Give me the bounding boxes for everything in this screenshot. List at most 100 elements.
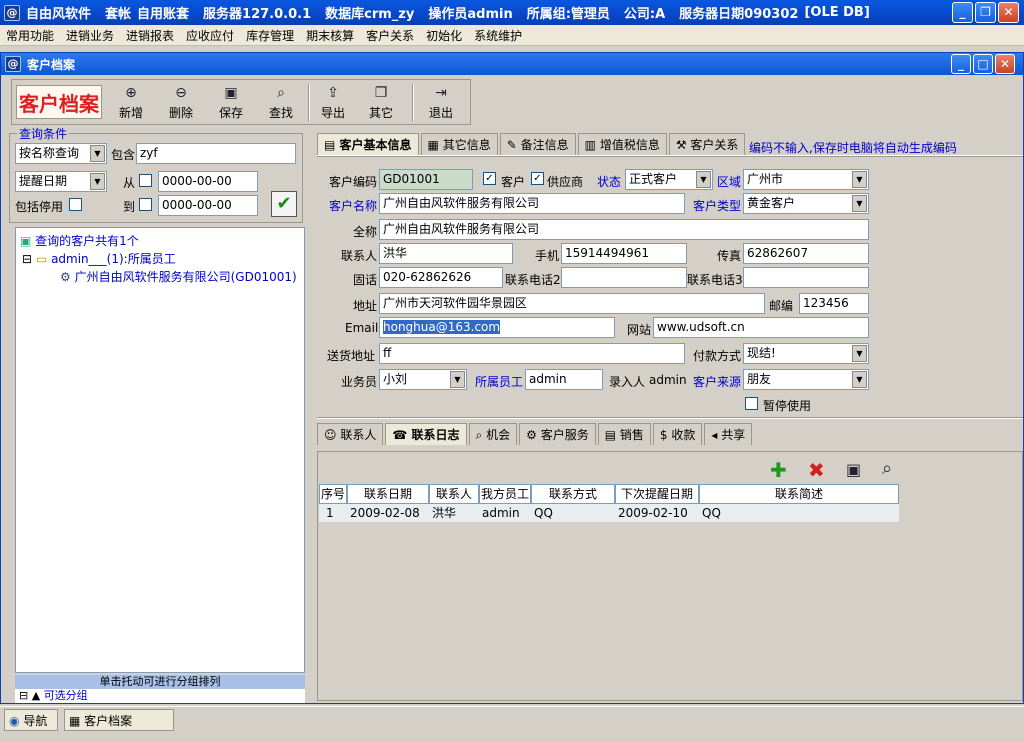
tab-receipts[interactable]: $ 收款 <box>652 423 703 445</box>
pay-select[interactable]: 现结! ▼ <box>743 343 869 364</box>
col-header-contact[interactable]: 联系人 <box>429 484 479 504</box>
fullname-input[interactable]: 广州自由风软件服务有限公司 <box>379 219 869 240</box>
code-input[interactable]: GD01001 <box>379 169 473 190</box>
tab-other-info[interactable]: ▦ 其它信息 <box>420 133 498 155</box>
name-input[interactable]: 广州自由风软件服务有限公司 <box>379 193 685 214</box>
query-confirm-button[interactable]: ✔ <box>271 191 297 217</box>
minimize-button[interactable]: _ <box>952 2 973 23</box>
address-input[interactable]: 广州市天河软件园华景园区 <box>379 293 765 314</box>
menu-init[interactable]: 初始化 <box>420 27 468 44</box>
group-options[interactable]: ⊟ ▲ 可选分组 <box>15 689 305 703</box>
staff-label[interactable]: 所属员工 <box>475 373 523 390</box>
tab-relations[interactable]: ⚒ 客户关系 <box>668 133 746 155</box>
col-header-date[interactable]: 联系日期 <box>347 484 429 504</box>
col-header-summary[interactable]: 联系简述 <box>699 484 899 504</box>
menu-system[interactable]: 系统维护 <box>468 27 528 44</box>
customer-checkbox[interactable]: ✓ <box>483 172 496 185</box>
phone-input[interactable]: 020-62862626 <box>379 267 503 288</box>
tab-share[interactable]: ◂ 共享 <box>704 423 753 445</box>
menu-purchase-sales[interactable]: 进销业务 <box>60 27 120 44</box>
email-input[interactable]: honghua@163.com <box>379 317 615 338</box>
tree-root[interactable]: ▣ 查询的客户共有1个 <box>20 232 139 249</box>
col-header-no[interactable]: 序号 <box>319 484 347 504</box>
zip-input[interactable]: 123456 <box>799 293 869 314</box>
speaker-icon: ◂ <box>711 428 718 442</box>
window-titlebar: @ 客户档案 _ □ ✕ <box>1 53 1023 75</box>
find-label: 查找 <box>268 106 293 120</box>
fax-input[interactable]: 62862607 <box>743 243 869 264</box>
export-button[interactable]: ⇪ 导出 <box>308 82 358 124</box>
save-button[interactable]: ▣ 保存 <box>206 82 256 124</box>
phone2-input[interactable] <box>561 267 687 288</box>
menu-period-end[interactable]: 期末核算 <box>300 27 360 44</box>
close-button[interactable]: ✕ <box>998 2 1019 23</box>
database-info: 数据库crm_zy <box>325 7 415 22</box>
col-header-method[interactable]: 联系方式 <box>531 484 615 504</box>
col-header-staff[interactable]: 我方员工 <box>479 484 531 504</box>
tab-notes[interactable]: ✎ 备注信息 <box>499 133 576 155</box>
menu-reports[interactable]: 进销报表 <box>120 27 180 44</box>
doc-tab-button[interactable]: ▦ 客户档案 <box>64 709 174 731</box>
query-type-select[interactable]: 按名称查询 ▼ <box>15 143 107 164</box>
delete-icon[interactable]: ✖ <box>808 458 825 482</box>
from-date-input[interactable]: 0000-00-00 <box>158 171 258 192</box>
date-type-select[interactable]: 提醒日期 ▼ <box>15 171 107 192</box>
tab-service[interactable]: ⚙ 客户服务 <box>519 423 596 445</box>
suspend-checkbox[interactable] <box>745 397 758 410</box>
type-label[interactable]: 客户类型 <box>693 197 741 214</box>
exit-button[interactable]: ⇥ 退出 <box>416 82 466 124</box>
mobile-input[interactable]: 15914494961 <box>561 243 687 264</box>
save-icon[interactable]: ▣ <box>846 460 861 479</box>
contact-input[interactable]: 洪华 <box>379 243 513 264</box>
tab-contacts[interactable]: ☺ 联系人 <box>317 423 384 445</box>
window-maximize-button[interactable]: □ <box>973 54 993 74</box>
other-button[interactable]: ❐ 其它 <box>356 82 406 124</box>
menu-common[interactable]: 常用功能 <box>0 27 60 44</box>
region-select[interactable]: 广州市 ▼ <box>743 169 869 190</box>
staff-input[interactable]: admin <box>525 369 603 390</box>
web-input[interactable]: www.udsoft.cn <box>653 317 869 338</box>
ship-input[interactable]: ff <box>379 343 685 364</box>
supplier-checkbox[interactable]: ✓ <box>531 172 544 185</box>
status-label[interactable]: 状态 <box>597 173 621 190</box>
group-hint-bar[interactable]: 单击托动可进行分组排列 <box>15 675 305 689</box>
from-checkbox[interactable] <box>139 174 152 187</box>
find-button[interactable]: ⌕ 查找 <box>256 82 306 124</box>
source-label[interactable]: 客户来源 <box>693 373 741 390</box>
to-checkbox[interactable] <box>139 198 152 211</box>
col-header-next-date[interactable]: 下次提醒日期 <box>615 484 699 504</box>
phone3-input[interactable] <box>743 267 869 288</box>
contains-input[interactable]: zyf <box>136 143 296 164</box>
tab-sales[interactable]: ▤ 销售 <box>597 423 651 445</box>
menu-inventory[interactable]: 库存管理 <box>240 27 300 44</box>
tab-label: 共享 <box>721 428 746 442</box>
region-label[interactable]: 区域 <box>717 173 741 190</box>
tree-group[interactable]: ⊟ ▭ admin___(1):所属员工 <box>22 250 176 267</box>
add-icon[interactable]: ✚ <box>770 458 787 482</box>
delete-button[interactable]: ⊖ 删除 <box>156 82 206 124</box>
source-select[interactable]: 朋友 ▼ <box>743 369 869 390</box>
menu-crm[interactable]: 客户关系 <box>360 27 420 44</box>
new-button[interactable]: ⊕ 新增 <box>106 82 156 124</box>
status-select[interactable]: 正式客户 ▼ <box>625 169 713 190</box>
window-minimize-button[interactable]: _ <box>951 54 971 74</box>
nav-button[interactable]: ◉ 导航 <box>4 709 58 731</box>
tab-vat[interactable]: ▥ 增值税信息 <box>577 133 667 155</box>
sales-select[interactable]: 小刘 ▼ <box>379 369 467 390</box>
table-row[interactable]: 1 2009-02-08 洪华 admin QQ 2009-02-10 QQ <box>319 504 899 522</box>
type-select[interactable]: 黄金客户 ▼ <box>743 193 869 214</box>
tab-basic-info[interactable]: ▤ 客户基本信息 <box>317 133 419 155</box>
group-options-label: 可选分组 <box>43 689 88 702</box>
search-icon[interactable]: ⌕ <box>882 458 892 479</box>
menu-receivables[interactable]: 应收应付 <box>180 27 240 44</box>
window-close-button[interactable]: ✕ <box>995 54 1015 74</box>
tab-opportunity[interactable]: ⌕ 机会 <box>468 423 518 445</box>
restore-button[interactable]: ❐ <box>975 2 996 23</box>
query-type-value: 按名称查询 <box>19 146 80 160</box>
tree-leaf[interactable]: ⚙ 广州自由风软件服务有限公司(GD01001) <box>60 268 297 285</box>
name-label[interactable]: 客户名称 <box>329 197 377 214</box>
tab-contact-log[interactable]: ☎ 联系日志 <box>385 423 467 445</box>
chevron-down-icon: ▼ <box>90 173 105 190</box>
include-disabled-checkbox[interactable] <box>69 198 82 211</box>
to-date-input[interactable]: 0000-00-00 <box>158 195 258 216</box>
